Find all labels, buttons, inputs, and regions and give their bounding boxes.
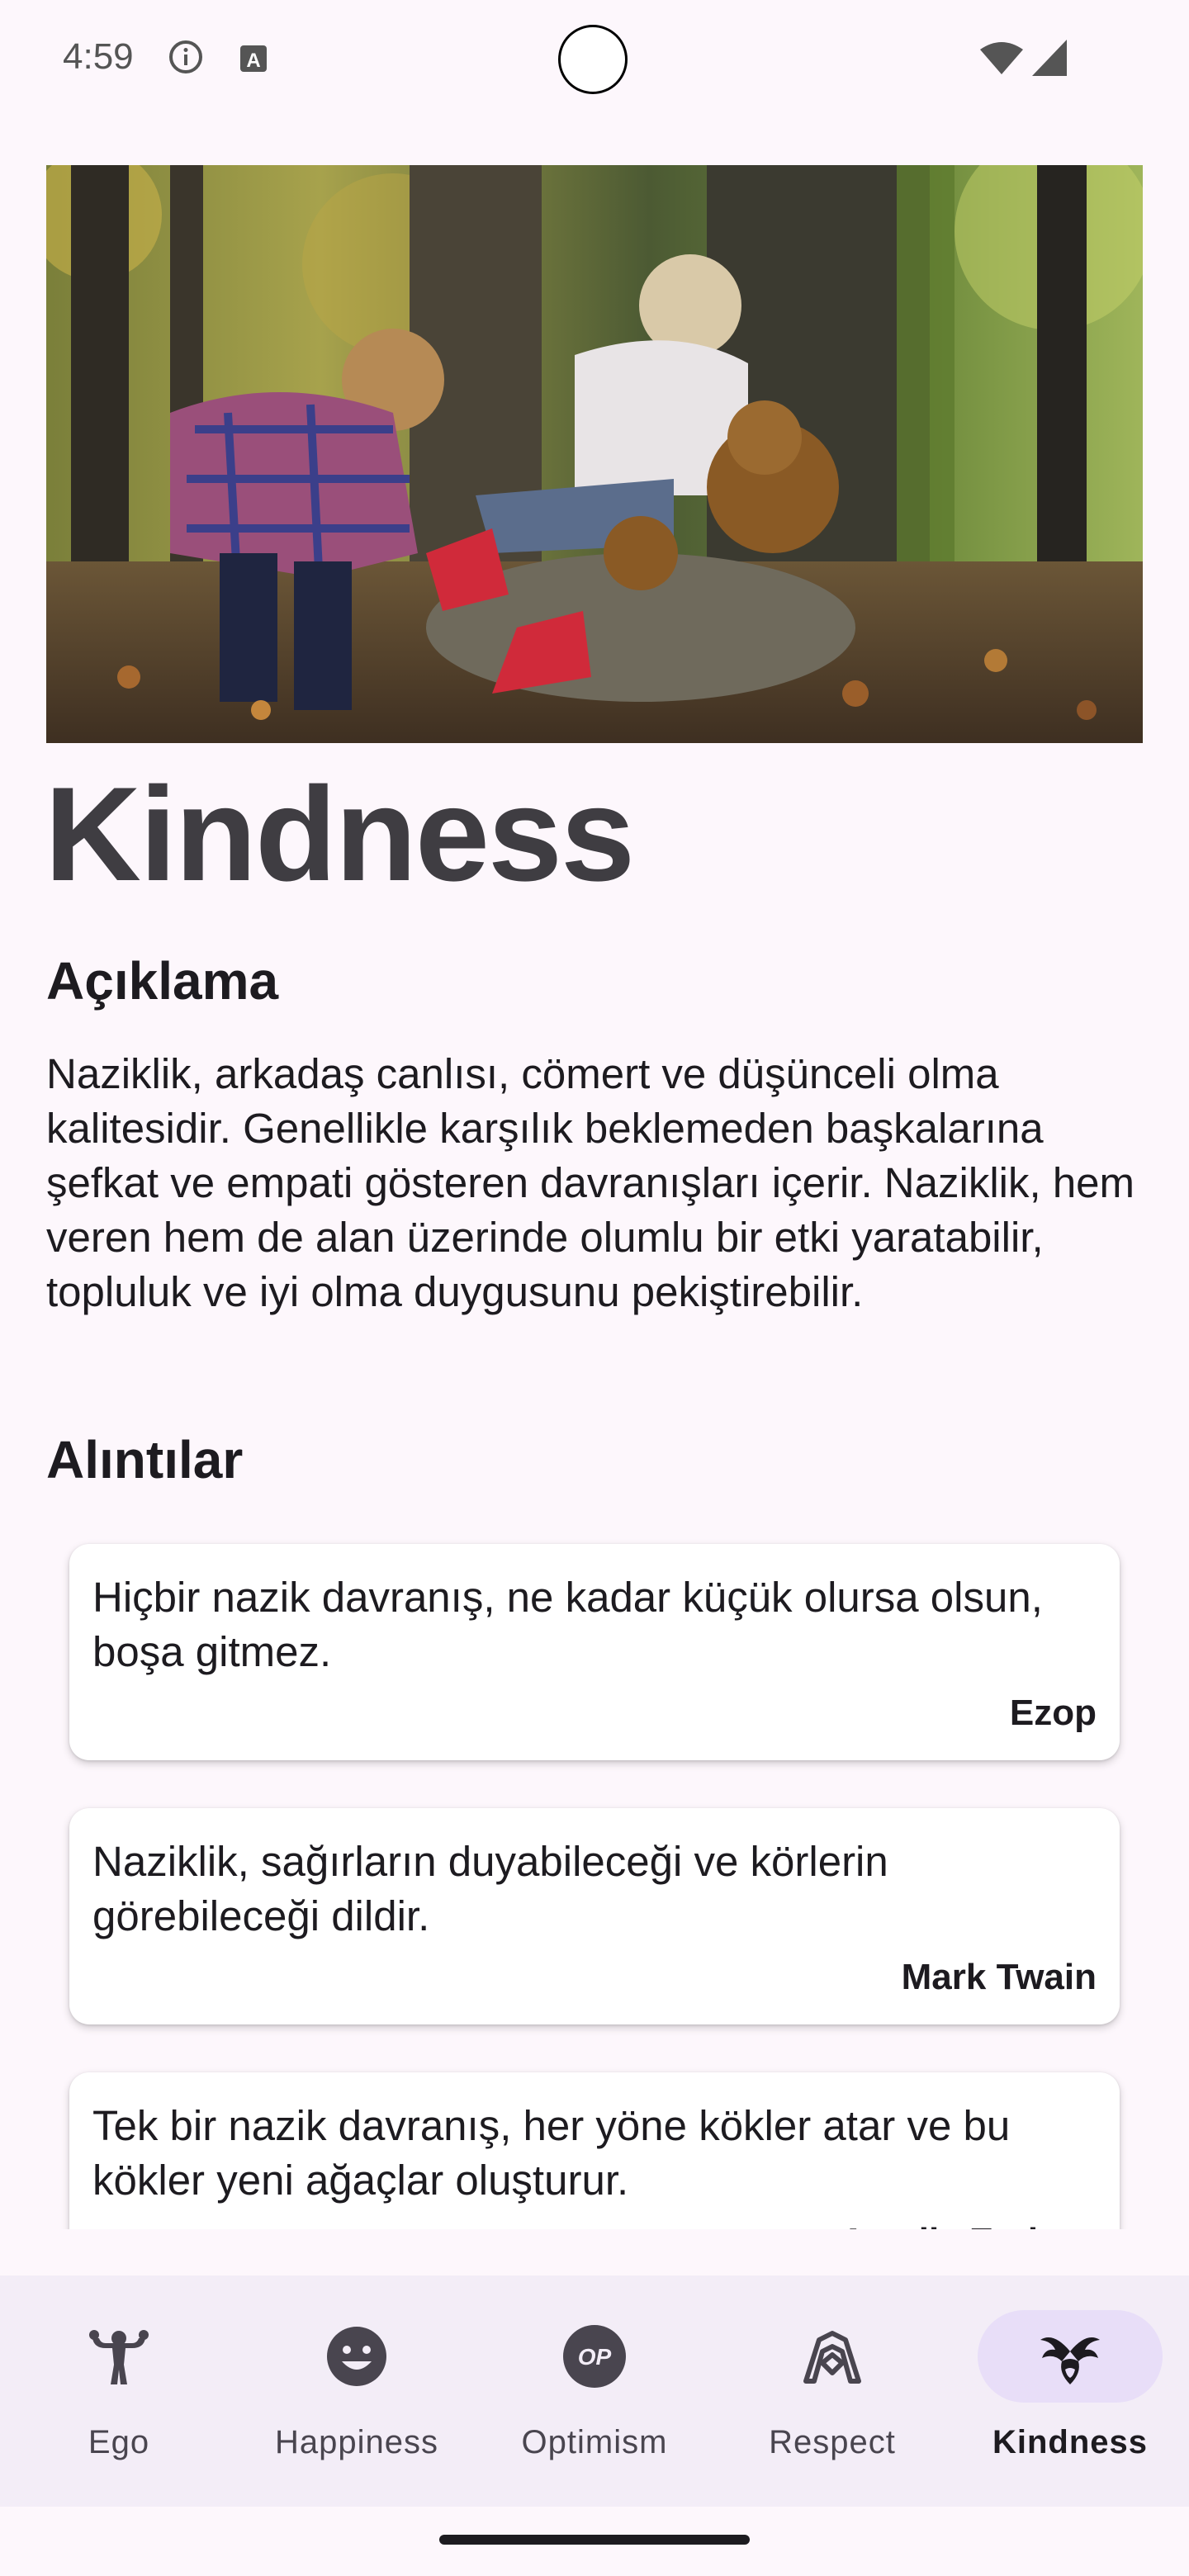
quote-text: Naziklik, sağırların duyabileceği ve kör…: [92, 1838, 888, 1939]
quote-card[interactable]: Tek bir nazik davranış, her yöne kökler …: [69, 2072, 1120, 2229]
nav-item-happiness[interactable]: Happiness: [238, 2275, 476, 2507]
nav-label: Kindness: [992, 2424, 1149, 2460]
op-badge-icon: OP: [563, 2325, 626, 2388]
nav-label: Ego: [88, 2424, 150, 2460]
description-heading: Açıklama: [46, 951, 279, 1011]
quote-author: Ezop: [1009, 1693, 1097, 1733]
info-icon: [169, 40, 202, 73]
camera-cutout: [558, 25, 628, 94]
handshake-icon: [803, 2331, 861, 2384]
quote-text: Hiçbir nazik davranış, ne kadar küçük ol…: [92, 1574, 1043, 1675]
hero-photo: [46, 165, 1143, 743]
nav-label: Happiness: [274, 2424, 438, 2460]
quote-card[interactable]: Naziklik, sağırların duyabileceği ve kör…: [69, 1808, 1120, 2024]
svg-text:A: A: [246, 50, 260, 72]
wifi-icon: [980, 42, 1023, 74]
strongman-icon: [89, 2330, 149, 2384]
quote-author: Mark Twain: [901, 1957, 1097, 1997]
signal-icon: [1032, 40, 1067, 76]
status-bar: 4:59 A: [0, 0, 1189, 124]
status-time: 4:59: [63, 36, 134, 77]
nav-label: Optimism: [521, 2424, 668, 2460]
hero-image: [46, 165, 1143, 743]
kindness-icon: [1040, 2337, 1100, 2384]
quote-card[interactable]: Hiçbir nazik davranış, ne kadar küçük ol…: [69, 1544, 1120, 1760]
description-text: Naziklik, arkadaş canlısı, cömert ve düş…: [46, 1050, 1135, 1315]
nav-item-kindness[interactable]: Kindness: [951, 2275, 1189, 2507]
smiley-icon: [327, 2327, 386, 2386]
home-indicator[interactable]: [439, 2535, 750, 2545]
nav-item-respect[interactable]: Respect: [713, 2275, 951, 2507]
bottom-navigation: Ego Happiness OP Optimism Respect Kindne…: [0, 2275, 1189, 2507]
page-title: Kindness: [45, 760, 635, 909]
quotes-heading: Alıntılar: [46, 1430, 244, 1489]
nav-item-optimism[interactable]: OP Optimism: [476, 2275, 713, 2507]
quote-text: Tek bir nazik davranış, her yöne kökler …: [92, 2102, 1011, 2204]
nav-label: Respect: [769, 2424, 896, 2460]
a-icon: A: [240, 45, 267, 72]
quote-author: Amelia Earhart: [840, 2221, 1097, 2229]
svg-text:OP: OP: [578, 2344, 612, 2370]
nav-item-ego[interactable]: Ego: [0, 2275, 238, 2507]
scroll-content[interactable]: Kindness Açıklama Naziklik, arkadaş canl…: [0, 124, 1189, 2229]
